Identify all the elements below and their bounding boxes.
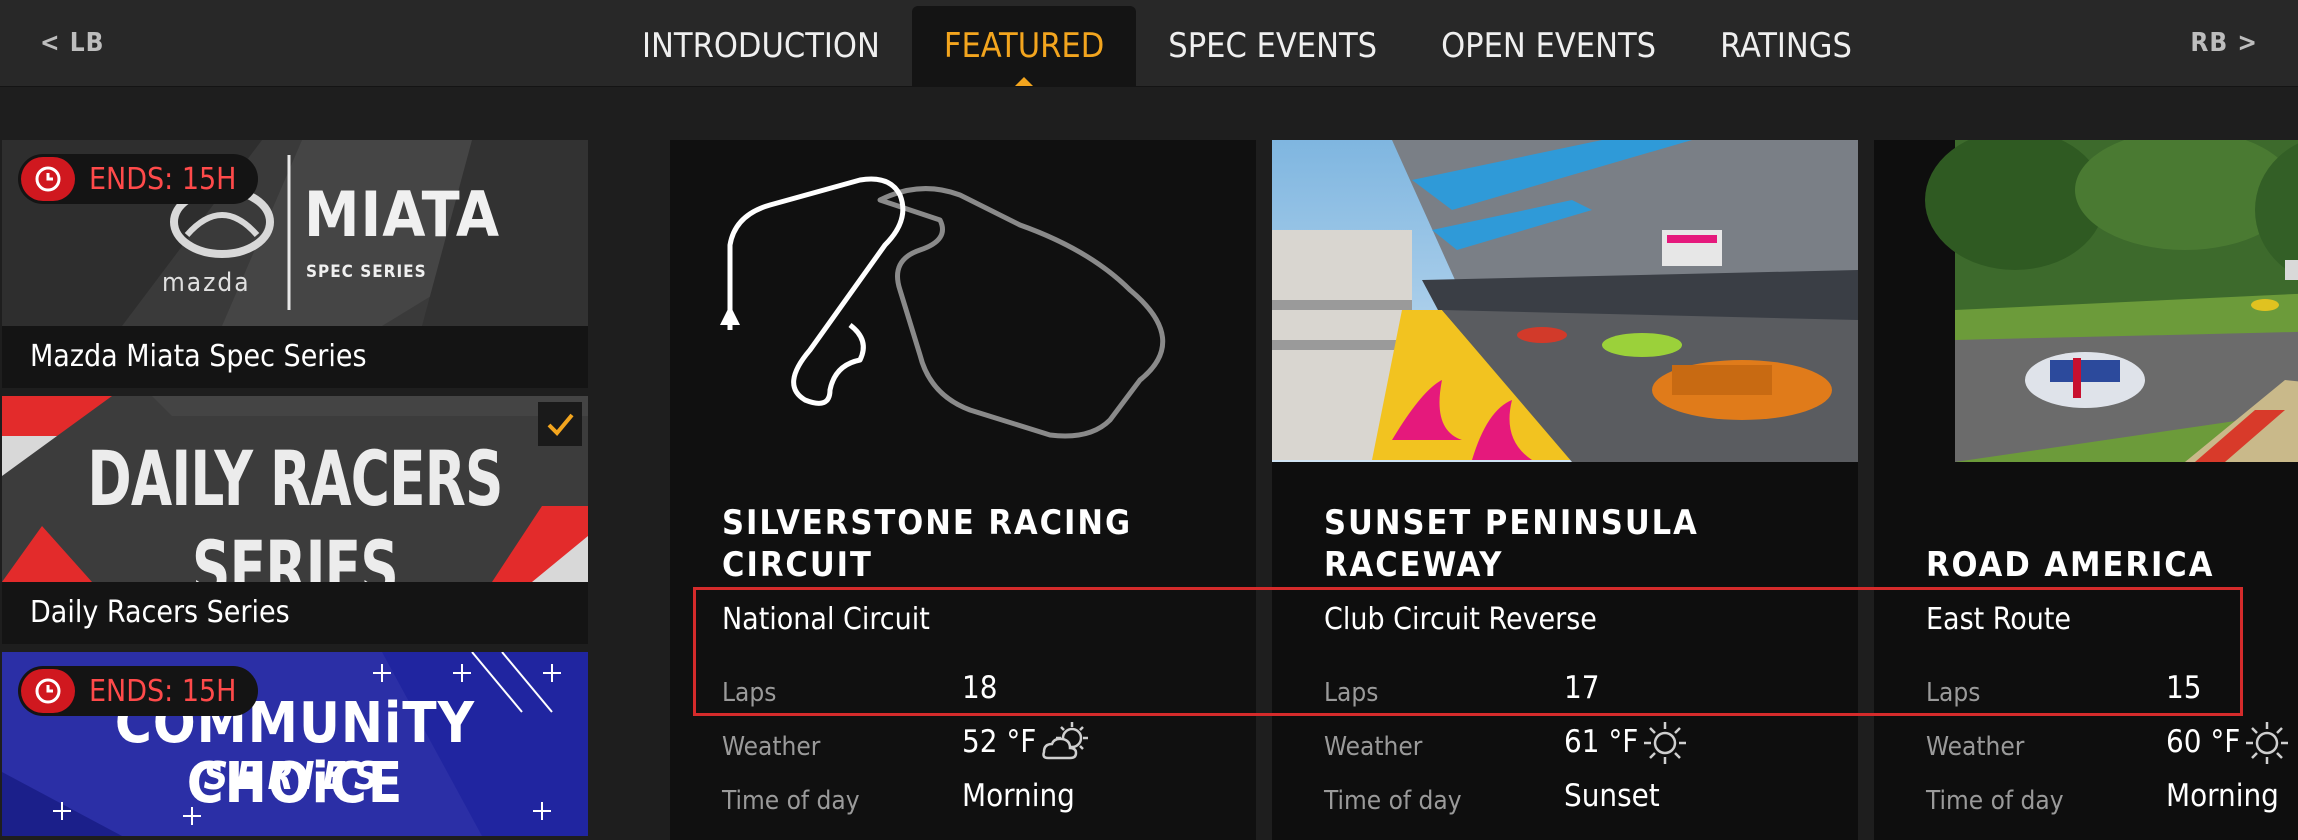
series-label: Mazda Miata Spec Series [2,326,588,388]
time-of-day-value: Morning [962,778,1075,814]
series-card-mazda-miata[interactable]: mazda MIATA SPEC SERIES ENDS: 15H Mazda … [2,140,588,388]
top-nav: < LB INTRODUCTION FEATURED SPEC EVENTS O… [0,0,2298,87]
rb-bumper-button[interactable]: RB > [2190,28,2258,58]
track-name-line1: SILVERSTONE RACING [722,503,1133,543]
ends-text: ENDS: 15H [89,161,237,197]
event-card-silverstone[interactable]: SILVERSTONE RACING CIRCUIT National Circ… [670,140,1256,840]
ends-badge: ENDS: 15H [18,666,259,716]
weather-label: Weather [1324,732,1423,762]
weather-value: 61 °F [1564,724,1639,760]
time-of-day-label: Time of day [1324,786,1462,816]
weather-value: 52 °F [962,724,1037,760]
clock-icon [21,157,75,201]
laps-label: Laps [1926,678,1981,708]
series-card-daily-racers[interactable]: DAILY RACERS SERIES Daily Racers Series [2,396,588,644]
sun-icon [1644,722,1686,764]
lb-bumper-button[interactable]: < LB [40,28,104,58]
event-card-road-america[interactable]: ROAD AMERICA East Route Laps 15 Weather … [1874,140,2298,840]
partly-cloudy-icon [1042,722,1088,760]
track-layout: East Route [1926,602,2072,637]
track-layout: Club Circuit Reverse [1324,602,1597,637]
track-name-line1: SUNSET PENINSULA [1324,503,1699,543]
laps-value: 18 [962,670,998,706]
clock-icon [21,669,75,713]
tab-featured[interactable]: FEATURED [911,6,1137,86]
track-name-line1: ROAD AMERICA [1926,545,2215,585]
series-card-community-choice[interactable]: COMMUNiTY CHOiCE SERIES ENDS: 15H [2,652,588,836]
weather-label: Weather [1926,732,2025,762]
tab-open-events[interactable]: OPEN EVENTS [1409,6,1688,86]
sun-icon [2246,722,2288,764]
track-name-line2: RACEWAY [1324,545,1504,585]
series-label: Daily Racers Series [2,582,588,644]
tab-spec-events[interactable]: SPEC EVENTS [1136,6,1409,86]
time-of-day-label: Time of day [1926,786,2064,816]
miata-logo-title: MIATA [304,178,501,251]
tab-ratings[interactable]: RATINGS [1688,6,1884,86]
time-of-day-label: Time of day [722,786,860,816]
time-of-day-value: Morning [2166,778,2279,814]
ends-badge: ENDS: 15H [18,154,259,204]
event-card-sunset-peninsula[interactable]: SUNSET PENINSULA RACEWAY Club Circuit Re… [1272,140,1858,840]
time-of-day-value: Sunset [1564,778,1660,814]
sunset-peninsula-image [1272,140,1858,462]
tab-bar: INTRODUCTION FEATURED SPEC EVENTS OPEN E… [610,6,1884,86]
weather-value: 60 °F [2166,724,2241,760]
road-america-image [1925,140,2298,462]
track-name-line2: CIRCUIT [722,545,873,585]
laps-value: 15 [2166,670,2202,706]
completed-check-icon [538,402,582,446]
laps-label: Laps [1324,678,1379,708]
miata-logo-subtitle: SPEC SERIES [306,262,427,282]
mazda-wordmark: mazda [162,268,251,298]
ends-text: ENDS: 15H [89,673,237,709]
laps-label: Laps [722,678,777,708]
track-layout: National Circuit [722,602,930,637]
community-choice-subtitle: SERIES [203,754,387,798]
track-map-silverstone [670,140,1256,462]
laps-value: 17 [1564,670,1600,706]
tab-introduction[interactable]: INTRODUCTION [610,6,912,86]
weather-label: Weather [722,732,821,762]
